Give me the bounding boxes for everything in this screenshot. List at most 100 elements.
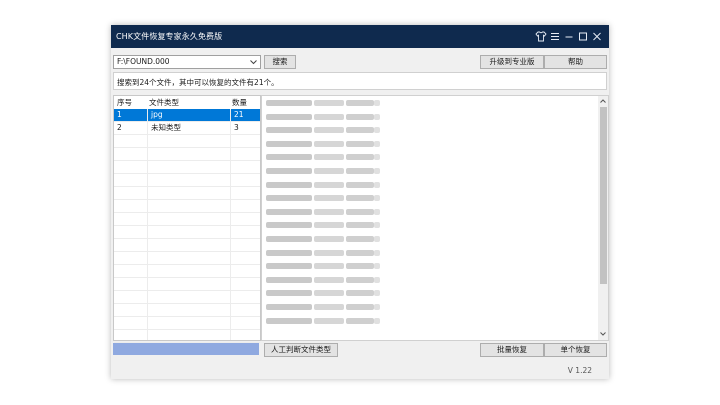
blurred-file-name [266,113,312,120]
blurred-file-name [346,168,374,174]
blurred-file-name [346,127,374,134]
empty-table-row [114,174,260,187]
blurred-file-name [266,236,312,242]
blurred-file-name [266,276,312,283]
scrollbar-thumb[interactable] [600,107,607,284]
empty-table-row [114,200,260,213]
row-count: 3 [234,123,239,132]
empty-table-row [114,252,260,265]
menu-icon[interactable] [549,30,561,43]
blurred-file-name [314,168,344,174]
row-type: 未知类型 [151,123,181,132]
empty-table-row [114,278,260,291]
manual-file-type-button[interactable]: 人工判断文件类型 [264,343,338,357]
blurred-file-name [314,304,344,310]
upgrade-button[interactable]: 升级到专业版 [480,55,544,69]
blurred-file-name [374,249,380,256]
blurred-file-name [314,208,344,215]
column-header-index: 序号 [117,98,132,107]
blurred-file-name [374,208,380,215]
column-divider [147,109,148,340]
search-button[interactable]: 搜索 [264,55,296,69]
row-type: jpg [151,110,163,119]
single-recover-button[interactable]: 单个恢复 [544,343,607,357]
blurred-file-name [374,276,380,283]
blurred-file-name [266,208,312,215]
blurred-file-name [346,290,374,297]
blurred-file-name [314,263,344,270]
blurred-file-name [374,113,380,120]
blurred-file-name [346,100,374,106]
scroll-down-icon[interactable] [599,330,607,338]
blurred-file-name [314,290,344,297]
blurred-file-name [346,140,374,147]
empty-table-row [114,330,260,343]
drive-select[interactable]: F:\FOUND.000 [113,55,261,69]
blurred-file-name [314,276,344,283]
blurred-file-name [314,249,344,256]
blurred-file-name [346,304,374,310]
column-header-count: 数量 [232,98,247,107]
help-button[interactable]: 帮助 [544,55,607,69]
shirt-icon[interactable] [535,30,547,43]
blurred-file-name [266,290,312,297]
blurred-file-name [266,140,312,147]
progress-fill [113,343,259,355]
empty-table-row [114,265,260,278]
blurred-file-name [346,208,374,215]
blurred-file-name [314,154,344,161]
vertical-scrollbar[interactable] [598,96,608,340]
blurred-file-name [314,317,344,324]
row-index: 2 [117,123,122,132]
blurred-file-name [266,127,312,134]
column-divider [230,109,231,340]
blurred-file-name [374,290,380,297]
maximize-icon[interactable] [577,30,589,43]
empty-table-row [114,213,260,226]
window-title: CHK文件恢复专家永久免费版 [116,32,223,41]
blurred-file-name [266,195,312,202]
empty-table-row [114,148,260,161]
file-type-table: 序号 文件类型 数量 1 jpg 21 2 未知类型 3 [113,95,261,343]
drive-select-value: F:\FOUND.000 [117,57,170,66]
blurred-file-name [314,140,344,147]
blurred-file-name [374,222,380,229]
blurred-file-name [346,181,374,188]
blurred-file-name [374,168,380,174]
blurred-file-name [346,154,374,161]
version-label: V 1.22 [567,366,592,375]
blurred-file-name [346,276,374,283]
blurred-file-name [374,236,380,242]
blurred-file-name [314,127,344,134]
chevron-down-icon[interactable] [249,57,258,67]
status-bar: 搜索到24个文件，其中可以恢复的文件有21个。 [113,72,607,90]
blurred-file-name [374,140,380,147]
blurred-file-name [266,249,312,256]
title-bar: CHK文件恢复专家永久免费版 [111,25,609,48]
blurred-file-name [266,304,312,310]
blurred-file-name [266,222,312,229]
blurred-file-name [314,181,344,188]
table-row[interactable]: 2 未知类型 3 [114,122,260,135]
blurred-file-name [374,317,380,324]
minimize-icon[interactable] [563,30,575,43]
empty-table-row [114,161,260,174]
blurred-file-name [374,263,380,270]
blurred-file-name [374,127,380,134]
blurred-file-name [266,181,312,188]
batch-recover-button[interactable]: 批量恢复 [480,343,544,357]
blurred-file-name [374,100,380,106]
table-row[interactable]: 1 jpg 21 [114,109,260,122]
scroll-up-icon[interactable] [599,97,607,105]
file-preview-list[interactable] [261,95,609,341]
close-icon[interactable] [591,30,603,43]
blurred-file-name [346,113,374,120]
status-text: 搜索到24个文件，其中可以恢复的文件有21个。 [117,78,279,87]
blurred-file-name [266,154,312,161]
progress-bar [113,343,259,355]
blurred-file-name [314,222,344,229]
blurred-file-name [346,317,374,324]
blurred-file-name [314,236,344,242]
blurred-file-name [346,195,374,202]
empty-table-row [114,317,260,330]
